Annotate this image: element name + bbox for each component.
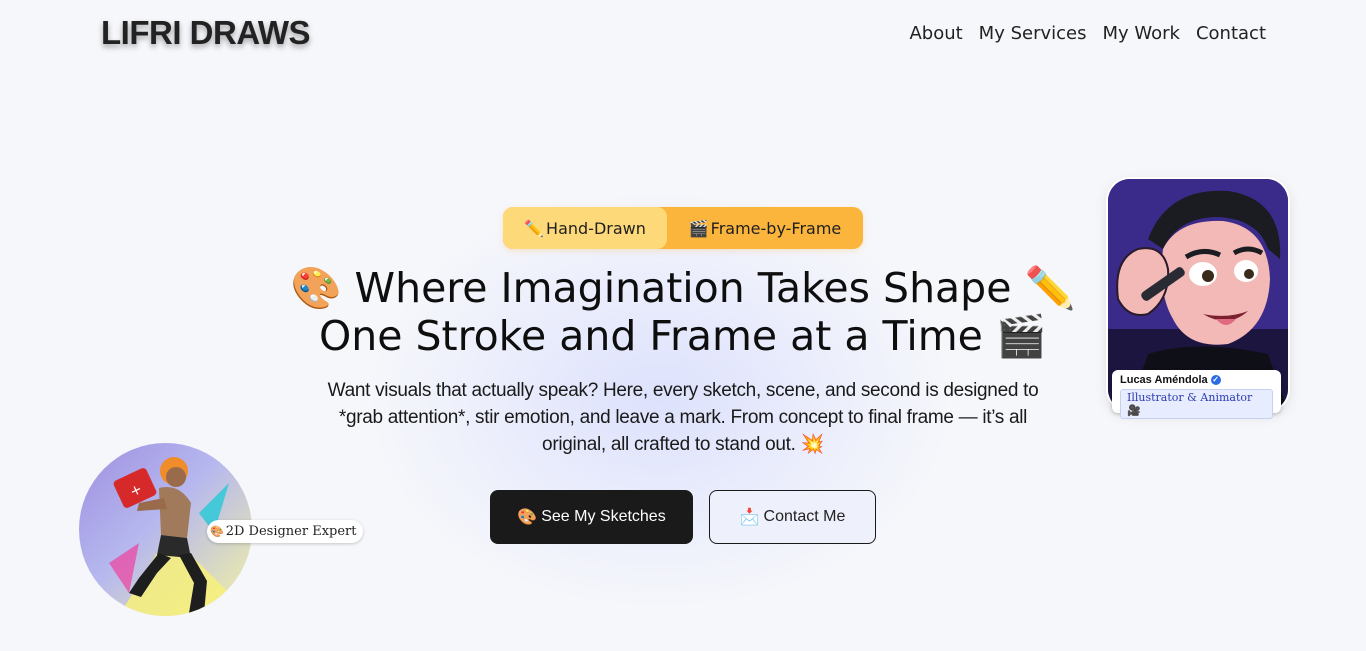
pill-label: Frame-by-Frame [710,218,842,238]
style-pills: ✏️ Hand-Drawn 🎬 Frame-by-Frame [503,207,863,249]
hero-headline: 🎨 Where Imagination Takes Shape ✏️ One S… [283,264,1083,360]
verified-check-icon: ✓ [1210,375,1221,385]
nav-contact[interactable]: Contact [1196,23,1266,44]
contact-me-button[interactable]: 📩 Contact Me [709,490,876,544]
palette-icon: 🎨 [210,525,224,538]
nav-my-services[interactable]: My Services [979,23,1087,44]
palette-icon: 🎨 [517,509,538,526]
nav-my-work[interactable]: My Work [1102,23,1179,44]
headline-line-1: 🎨 Where Imagination Takes Shape ✏️ [290,264,1076,312]
site-logo[interactable]: LIFRI DRAWS [101,14,310,52]
pencil-icon: ✏️ [524,218,545,238]
pill-hand-drawn: ✏️ Hand-Drawn [503,207,667,249]
profile-name: Lucas Améndola [1120,374,1208,386]
nav-about[interactable]: About [909,23,962,44]
see-my-sketches-button[interactable]: 🎨 See My Sketches [490,490,693,544]
designer-badge: 🎨 2D Designer Expert [207,520,364,543]
pill-label: Hand-Drawn [546,218,646,238]
button-label: Contact Me [763,508,846,525]
profile-name-row: Lucas Améndola ✓ [1120,374,1273,386]
landing-page: LIFRI DRAWS About My Services My Work Co… [0,0,1366,651]
button-label: See My Sketches [541,508,666,525]
clapperboard-icon: 🎬 [688,218,709,238]
profile-role: Illustrator & Animator 🎥 [1120,389,1273,419]
profile-card: Lucas Améndola ✓ Illustrator & Animator … [1112,370,1281,419]
envelope-icon: 📩 [739,509,760,526]
badge-label: 2D Designer Expert [225,524,357,539]
hero-subtitle: Want visuals that actually speak? Here, … [327,380,1039,455]
pill-frame-by-frame: 🎬 Frame-by-Frame [667,207,863,249]
headline-line-2: One Stroke and Frame at a Time 🎬 [319,312,1047,360]
main-nav: About My Services My Work Contact [909,23,1266,44]
